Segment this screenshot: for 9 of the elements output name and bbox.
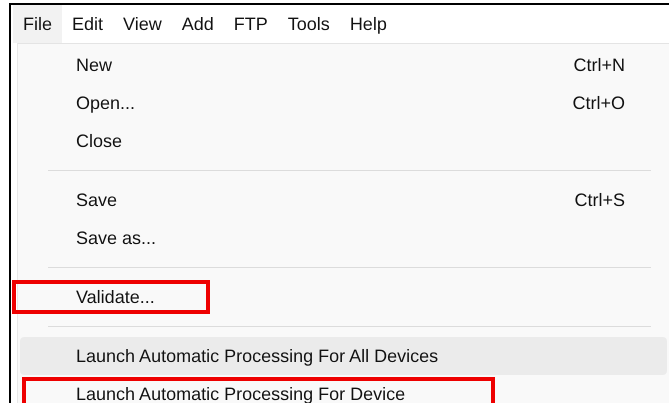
menu-item[interactable]: Launch Automatic Processing For Device <box>20 375 667 403</box>
menu-item[interactable]: Save as... <box>20 219 667 257</box>
menu-item[interactable]: New Ctrl+N <box>20 46 667 84</box>
menu-item[interactable]: Validate... <box>20 278 667 316</box>
menu-item[interactable]: Save Ctrl+S <box>20 181 667 219</box>
menu-item[interactable]: Close <box>20 122 667 160</box>
menu-item[interactable]: Open... Ctrl+O <box>20 84 667 122</box>
menu-title[interactable]: File <box>13 5 62 43</box>
menu-item[interactable]: Launch Automatic Processing For All Devices <box>20 337 667 375</box>
